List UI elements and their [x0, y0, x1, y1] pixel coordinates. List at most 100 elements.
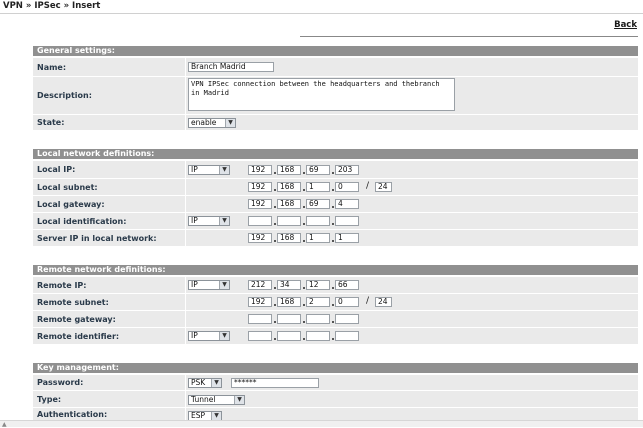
remote-ip-type-select[interactable]: IP ▼ — [188, 280, 230, 290]
local-identification-type-value: IP — [191, 216, 198, 225]
local-ip-octet-3[interactable]: 69 — [306, 165, 330, 175]
octet-dot — [303, 321, 305, 323]
remote-subnet-octet-3[interactable]: 2 — [306, 297, 330, 307]
local-identification-octet-1[interactable] — [248, 216, 272, 226]
server-ip-octet-2[interactable]: 168 — [277, 233, 301, 243]
remote-gateway-label: Remote gateway: — [37, 314, 116, 324]
local-subnet-label: Local subnet: — [37, 182, 98, 192]
local-subnet-mask[interactable]: 24 — [375, 182, 392, 192]
remote-ip-octet-2[interactable]: 34 — [277, 280, 301, 290]
authentication-select-value: ESP — [191, 411, 206, 420]
row-separator — [185, 294, 186, 310]
remote-subnet-label: Remote subnet: — [37, 297, 109, 307]
remote-ip-type-value: IP — [191, 280, 198, 289]
breadcrumb: VPN » IPSec » Insert — [3, 1, 101, 11]
local-gateway-label: Local gateway: — [37, 199, 105, 209]
local-gateway-octet-4[interactable]: 4 — [335, 199, 359, 209]
octet-dot — [332, 304, 334, 306]
remote-ip-label: Remote IP: — [37, 280, 87, 290]
local-subnet-octet-4[interactable]: 0 — [335, 182, 359, 192]
remote-ip-octet-3[interactable]: 12 — [306, 280, 330, 290]
row-separator — [185, 230, 186, 246]
local-identification-octet-3[interactable] — [306, 216, 330, 226]
local-identification-label: Local identification: — [37, 216, 127, 226]
type-select[interactable]: Tunnel ▼ — [188, 395, 245, 405]
remote-identifier-octet-4[interactable] — [335, 331, 359, 341]
server-ip-row: Server IP in local network: 192 168 1 1 — [33, 229, 638, 246]
remote-identifier-octet-3[interactable] — [306, 331, 330, 341]
remote-gateway-octet-1[interactable] — [248, 314, 272, 324]
row-separator — [185, 196, 186, 212]
remote-ip-octet-4[interactable]: 66 — [335, 280, 359, 290]
remote-network-header: Remote network definitions: — [33, 265, 638, 275]
state-select[interactable]: enable ▼ — [188, 118, 236, 128]
local-ip-octet-4[interactable]: 203 — [335, 165, 359, 175]
remote-subnet-octet-4[interactable]: 0 — [335, 297, 359, 307]
remote-identifier-label: Remote identifier: — [37, 331, 120, 341]
remote-identifier-octet-1[interactable] — [248, 331, 272, 341]
password-type-value: PSK — [191, 378, 206, 387]
remote-subnet-row: Remote subnet: 192 168 2 0 / 24 — [33, 293, 638, 310]
local-ip-octet-2[interactable]: 168 — [277, 165, 301, 175]
remote-gateway-octet-4[interactable] — [335, 314, 359, 324]
local-ip-type-select[interactable]: IP ▼ — [188, 165, 230, 175]
server-ip-octet-1[interactable]: 192 — [248, 233, 272, 243]
description-textarea[interactable]: VPN IPSec connection between the headqua… — [188, 78, 455, 111]
local-identification-octet-4[interactable] — [335, 216, 359, 226]
top-divider — [0, 13, 643, 14]
chevron-down-icon: ▼ — [211, 412, 221, 420]
remote-gateway-octet-3[interactable] — [306, 314, 330, 324]
row-separator — [185, 179, 186, 195]
remote-ip-row: Remote IP: IP ▼ 212 34 12 66 — [33, 276, 638, 293]
chevron-down-icon: ▼ — [219, 217, 229, 225]
server-ip-label: Server IP in local network: — [37, 233, 157, 243]
chevron-down-icon: ▼ — [234, 396, 244, 404]
octet-dot — [274, 206, 276, 208]
local-subnet-octet-1[interactable]: 192 — [248, 182, 272, 192]
octet-dot — [303, 172, 305, 174]
local-identification-type-select[interactable]: IP ▼ — [188, 216, 230, 226]
row-separator — [185, 58, 186, 76]
local-ip-row: Local IP: IP ▼ 192 168 69 203 — [33, 160, 638, 178]
remote-gateway-row: Remote gateway: — [33, 310, 638, 327]
password-input[interactable]: ****** — [231, 378, 319, 388]
password-row: Password: PSK ▼ ****** — [33, 374, 638, 390]
name-input[interactable]: Branch Madrid — [188, 62, 274, 72]
local-ip-octet-1[interactable]: 192 — [248, 165, 272, 175]
octet-dot — [303, 240, 305, 242]
octet-dot — [332, 287, 334, 289]
remote-identifier-row: Remote identifier: IP ▼ — [33, 327, 638, 344]
remote-ip-octet-1[interactable]: 212 — [248, 280, 272, 290]
local-ip-label: Local IP: — [37, 165, 76, 174]
row-separator — [185, 115, 186, 130]
chevron-down-icon: ▼ — [219, 166, 229, 174]
local-identification-octet-2[interactable] — [277, 216, 301, 226]
back-link[interactable]: Back — [614, 20, 637, 30]
local-gateway-octet-3[interactable]: 69 — [306, 199, 330, 209]
local-gateway-octet-2[interactable]: 168 — [277, 199, 301, 209]
remote-subnet-mask[interactable]: 24 — [375, 297, 392, 307]
remote-gateway-octet-2[interactable] — [277, 314, 301, 324]
octet-dot — [274, 240, 276, 242]
remote-identifier-octet-2[interactable] — [277, 331, 301, 341]
chevron-down-icon: ▼ — [225, 119, 235, 127]
octet-dot — [332, 321, 334, 323]
row-separator — [185, 77, 186, 114]
password-type-select[interactable]: PSK ▼ — [188, 378, 222, 388]
row-separator — [185, 213, 186, 229]
state-row: State: enable ▼ — [33, 114, 638, 130]
row-separator — [185, 375, 186, 390]
authentication-row: Authentication: ESP ▼ — [33, 407, 638, 421]
octet-dot — [303, 338, 305, 340]
server-ip-octet-4[interactable]: 1 — [335, 233, 359, 243]
local-gateway-octet-1[interactable]: 192 — [248, 199, 272, 209]
remote-subnet-octet-2[interactable]: 168 — [277, 297, 301, 307]
state-label: State: — [37, 118, 65, 127]
local-subnet-octet-3[interactable]: 1 — [306, 182, 330, 192]
remote-subnet-octet-1[interactable]: 192 — [248, 297, 272, 307]
server-ip-octet-3[interactable]: 1 — [306, 233, 330, 243]
local-subnet-octet-2[interactable]: 168 — [277, 182, 301, 192]
row-separator — [185, 311, 186, 327]
local-gateway-row: Local gateway: 192 168 69 4 — [33, 195, 638, 212]
remote-identifier-type-select[interactable]: IP ▼ — [188, 331, 230, 341]
